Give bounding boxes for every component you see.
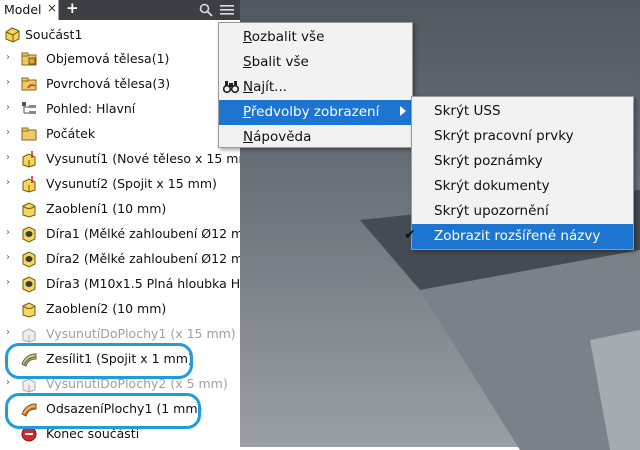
browser-tab-bar: Model × + (0, 0, 240, 20)
menu-item-label: Nápověda (243, 129, 312, 145)
tab-model[interactable]: Model × (0, 0, 59, 20)
tree-item[interactable]: › Pohled: Hlavní (0, 97, 240, 121)
extrude-icon (22, 151, 36, 168)
expand-chevron-icon[interactable]: › (6, 102, 14, 114)
submenu-item-label: Skrýt upozornění (434, 203, 549, 219)
submenu-item-label: Skrýt pracovní prvky (434, 128, 574, 144)
menu-item-label: Rozbalit vše (243, 29, 325, 45)
browser-context-menu: Rozbalit vše Sbalit vše Najít... Předvolby … (218, 22, 413, 148)
tree-item-label: Počátek (46, 126, 96, 141)
extrude-to-face-icon (22, 328, 36, 343)
model-browser-tree: Součást1 › Objemová tělesa(1) › Povrchová t… (0, 20, 240, 447)
menu-item[interactable]: Předvolby zobrazení (219, 100, 412, 125)
hole-icon (22, 226, 36, 243)
expand-chevron-icon[interactable]: › (6, 327, 14, 339)
tree-item-label: Povrchová tělesa(3) (46, 76, 171, 91)
menu-item-label: Najít... (243, 79, 288, 95)
tree-item[interactable]: › Vysunutí1 (Nové těleso x 15 mm) (0, 147, 240, 171)
submenu-item-label: Zobrazit rozšířené názvy (434, 228, 601, 244)
tree-item-label: Díra2 (Mělké zahloubení Ø12 mm (46, 251, 240, 266)
origin-folder-icon (21, 127, 37, 141)
tree-item-label: Zaoblení1 (10 mm) (46, 201, 167, 216)
search-icon[interactable] (199, 3, 213, 17)
menu-item-label: Předvolby zobrazení (243, 104, 380, 120)
tree-root-label: Součást1 (25, 27, 83, 42)
tree-item[interactable]: › Počátek (0, 122, 240, 146)
checkmark-icon: ✔ (404, 227, 416, 243)
annotation-ellipse-thicken (5, 343, 193, 379)
tree-item[interactable]: › Objemová tělesa(1) (0, 47, 240, 71)
menu-item[interactable]: Sbalit vše (219, 50, 412, 75)
expand-chevron-icon[interactable]: › (6, 277, 14, 289)
expand-chevron-icon[interactable]: › (6, 52, 14, 64)
tree-root[interactable]: Součást1 (0, 23, 240, 47)
submenu-item-label: Skrýt dokumenty (434, 178, 550, 194)
surface-bodies-folder-icon (21, 77, 37, 91)
submenu-item[interactable]: Skrýt dokumenty (412, 174, 633, 199)
tree-item-label: Objemová tělesa(1) (46, 51, 170, 66)
expand-chevron-icon[interactable]: › (6, 177, 14, 189)
submenu-item[interactable]: Skrýt pracovní prvky (412, 124, 633, 149)
submenu-item[interactable]: Skrýt USS (412, 99, 633, 124)
tree-item-label: Díra1 (Mělké zahloubení Ø12 mm (46, 226, 240, 241)
view-rep-icon (22, 102, 36, 114)
menu-item[interactable]: Rozbalit vše (219, 25, 412, 50)
tree-item[interactable]: › Vysunutí2 (Spojit x 15 mm) (0, 172, 240, 196)
submenu-item[interactable]: Skrýt poznámky (412, 149, 633, 174)
expand-chevron-icon[interactable]: › (6, 77, 14, 89)
close-icon[interactable]: × (47, 1, 57, 15)
display-preferences-submenu: Skrýt USS Skrýt pracovní prvky Skrýt pozná… (404, 96, 634, 250)
tree-item-label: Pohled: Hlavní (46, 101, 136, 116)
tree-item[interactable]: › Díra3 (M10x1.5 Plná hloubka Hlou (0, 272, 240, 296)
submenu-item[interactable]: Skrýt upozornění (412, 199, 633, 224)
fillet-icon (22, 202, 36, 218)
tree-item-label: Vysunutí2 (Spojit x 15 mm) (46, 176, 217, 191)
hole-icon (22, 276, 36, 293)
extrude-icon (22, 176, 36, 193)
add-tab-icon[interactable]: + (66, 0, 79, 17)
annotation-ellipse-offset-face (5, 393, 201, 429)
tree-item-label: Zaoblení2 (10 mm) (46, 301, 167, 316)
solid-bodies-folder-icon (21, 52, 37, 66)
tree-item[interactable]: Zaoblení2 (10 mm) (0, 297, 240, 321)
tab-model-label: Model (4, 2, 42, 17)
submenu-item-label: Skrýt USS (434, 103, 501, 119)
submenu-item[interactable]: ✔ Zobrazit rozšířené názvy (404, 224, 633, 249)
expand-chevron-icon[interactable]: › (6, 252, 14, 264)
fillet-icon (22, 302, 36, 318)
expand-chevron-icon[interactable]: › (6, 152, 14, 164)
tree-item[interactable]: › Díra2 (Mělké zahloubení Ø12 mm (0, 247, 240, 271)
tree-item[interactable]: › Povrchová tělesa(3) (0, 72, 240, 96)
tree-item-label: Díra3 (M10x1.5 Plná hloubka Hlou (46, 276, 240, 291)
hole-icon (22, 251, 36, 268)
expand-chevron-icon[interactable]: › (6, 377, 14, 389)
expand-chevron-icon[interactable]: › (6, 227, 14, 239)
submenu-item-label: Skrýt poznámky (434, 153, 543, 169)
menu-item[interactable]: Najít... (219, 75, 412, 100)
part-icon (5, 27, 20, 43)
expand-chevron-icon[interactable]: › (6, 127, 14, 139)
submenu-arrow-icon (400, 106, 406, 116)
menu-item-label: Sbalit vše (243, 54, 309, 70)
binoculars-icon (223, 81, 239, 94)
hamburger-icon[interactable] (220, 4, 234, 16)
tree-item[interactable]: › Díra1 (Mělké zahloubení Ø12 mm (0, 222, 240, 246)
tree-item-label: Vysunutí1 (Nové těleso x 15 mm) (46, 151, 240, 166)
tree-item-label: VysunutíDoPlochy1 (x 15 mm) (46, 326, 236, 341)
tree-item[interactable]: Zaoblení1 (10 mm) (0, 197, 240, 221)
menu-item[interactable]: Nápověda (219, 125, 412, 150)
